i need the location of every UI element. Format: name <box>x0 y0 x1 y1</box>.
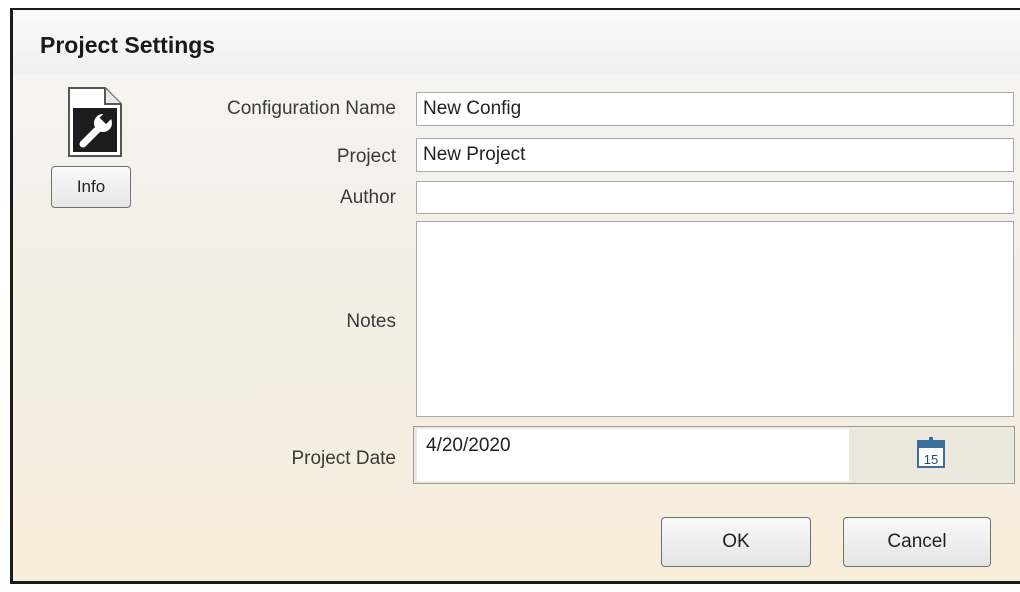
calendar-day-text: 15 <box>924 452 938 467</box>
notes-textarea[interactable] <box>416 221 1014 417</box>
calendar-icon[interactable]: 15 <box>916 437 946 469</box>
project-settings-dialog: Project Settings Info Configuration Name… <box>10 8 1020 584</box>
project-label: Project <box>336 146 396 167</box>
project-date-input[interactable]: 4/20/2020 <box>417 429 849 481</box>
project-date-label: Project Date <box>291 448 396 469</box>
configuration-name-label: Configuration Name <box>227 98 396 119</box>
configuration-name-input[interactable]: New Config <box>416 92 1014 126</box>
project-date-picker: 4/20/2020 15 <box>413 426 1015 484</box>
ok-button[interactable]: OK <box>661 517 811 567</box>
document-wrench-icon <box>68 87 122 157</box>
dialog-header: Project Settings <box>13 10 1020 74</box>
notes-label: Notes <box>346 311 396 332</box>
author-label: Author <box>340 187 396 208</box>
dialog-title: Project Settings <box>40 32 216 58</box>
author-input[interactable] <box>416 181 1014 214</box>
cancel-button[interactable]: Cancel <box>843 517 991 567</box>
info-button[interactable]: Info <box>51 166 131 208</box>
project-input[interactable]: New Project <box>416 138 1014 172</box>
